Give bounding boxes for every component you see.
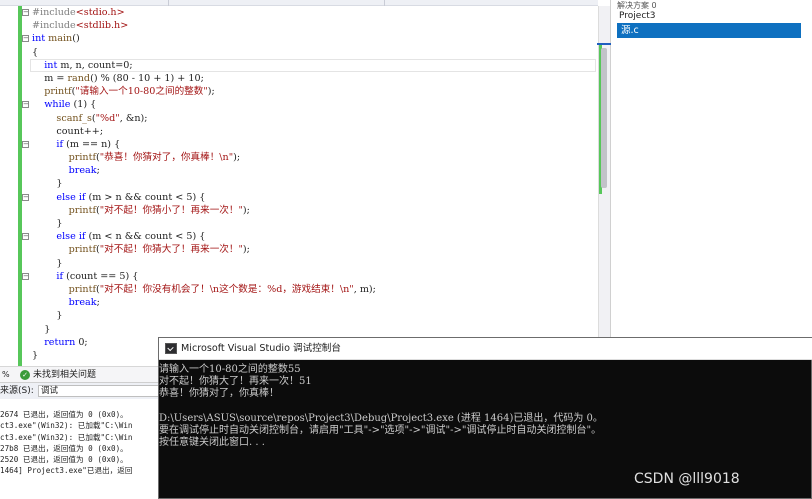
code-line[interactable]: #include<stdlib.h> — [0, 19, 598, 32]
code-line[interactable]: − while (1) { — [0, 98, 598, 111]
output-line: 2520 已退出，返回值为 0 (0x0)。 — [0, 455, 128, 465]
output-header: 来源(S): 调试 — [0, 383, 160, 399]
editor-vertical-scrollbar[interactable] — [598, 6, 610, 366]
code-text: int m, n, count=0; — [44, 59, 133, 71]
output-line: ct3.exe"(Win32): 已加载"C:\Win — [0, 432, 133, 442]
code-line[interactable]: } — [0, 309, 598, 322]
code-line[interactable]: } — [0, 177, 598, 190]
fold-toggle-icon[interactable]: − — [22, 140, 29, 148]
code-line[interactable]: − else if (m < n && count < 5) { — [0, 230, 598, 243]
code-text: scanf_s("%d", &n); — [56, 112, 148, 124]
fold-toggle-icon[interactable]: − — [22, 193, 29, 201]
output-source-label: 来源(S): — [0, 386, 34, 396]
code-text: #include<stdio.h> — [32, 7, 125, 18]
code-text: } — [32, 349, 39, 361]
code-text: } — [32, 218, 63, 229]
splitter-marker — [597, 43, 611, 45]
code-text: } — [32, 310, 63, 322]
code-line[interactable]: } — [0, 257, 598, 270]
code-line[interactable]: { — [0, 46, 598, 59]
code-text: } — [32, 257, 63, 269]
console-line: 对不起！你猜大了！再来一次！51 — [159, 376, 312, 388]
code-line[interactable]: printf("请输入一个10-80之间的整数"); — [0, 85, 598, 98]
console-title-bar[interactable]: Microsoft Visual Studio 调试控制台 — [159, 338, 812, 360]
code-text: #include<stdlib.h> — [32, 20, 129, 32]
console-title: Microsoft Visual Studio 调试控制台 — [181, 343, 341, 354]
console-line: 请输入一个10-80之间的整数55 — [159, 364, 301, 375]
code-line[interactable]: } — [0, 217, 598, 230]
code-text: } — [32, 178, 63, 190]
code-text: else if (m > n && count < 5) { — [56, 191, 206, 203]
code-line[interactable]: scanf_s("%d", &n); — [0, 112, 598, 125]
code-text: int main() — [32, 33, 80, 45]
source-file-node[interactable]: 源.c — [617, 23, 801, 38]
output-line: 27b8 已退出，返回值为 0 (0x0)。 — [0, 443, 128, 453]
console-line: D:\Users\ASUS\source\repos\Project3\Debu… — [159, 412, 603, 424]
error-status-bar: % ✓ 未找到相关问题 — [0, 366, 160, 382]
code-text: if (count == 5) { — [56, 270, 139, 282]
code-text: { — [32, 46, 39, 58]
code-text: else if (m < n && count < 5) { — [56, 231, 206, 243]
code-line[interactable]: printf("对不起！你猜小了！再来一次！"); — [0, 204, 598, 217]
console-line: 按任意键关闭此窗口. . . — [159, 437, 265, 449]
code-text: printf("恭喜！你猜对了，你真棒！\n"); — [68, 152, 241, 164]
code-line[interactable]: count++; — [0, 125, 598, 138]
zoom-level[interactable]: % — [2, 367, 10, 383]
code-text: printf("请输入一个10-80之间的整数"); — [44, 86, 215, 98]
console-app-icon — [165, 343, 177, 354]
output-lines: 2674 已退出，返回值为 0 (0x0)。 ct3.exe"(Win32): 已… — [0, 409, 160, 477]
output-line: 2674 已退出，返回值为 0 (0x0)。 — [0, 410, 128, 419]
code-line[interactable]: − int main() — [0, 32, 598, 45]
code-line[interactable]: printf("对不起！你猜大了！再来一次！"); — [0, 243, 598, 256]
project-node[interactable]: Project3 — [619, 11, 656, 21]
console-line: 恭喜！你猜对了，你真棒！ — [159, 388, 279, 400]
code-text: break; — [68, 297, 100, 309]
code-line[interactable]: − else if (m > n && count < 5) { — [0, 191, 598, 204]
code-line[interactable]: int m, n, count=0; — [0, 59, 598, 72]
code-text: printf("对不起！你猜大了！再来一次！"); — [68, 244, 250, 256]
fold-toggle-icon[interactable]: − — [22, 35, 29, 43]
fold-toggle-icon[interactable]: − — [22, 9, 29, 16]
code-line[interactable]: } — [0, 323, 598, 336]
code-text: break; — [68, 165, 100, 177]
fold-toggle-icon[interactable]: − — [22, 101, 29, 109]
output-line: 1464] Project3.exe"已退出，返回 — [0, 466, 133, 476]
code-line[interactable]: break; — [0, 164, 598, 177]
code-text: return 0; — [44, 336, 88, 348]
fold-toggle-icon[interactable]: − — [22, 272, 29, 280]
code-line[interactable]: break; — [0, 296, 598, 309]
watermark-text: CSDN @lll9018 — [634, 471, 740, 487]
output-source-dropdown[interactable]: 调试 — [38, 385, 160, 397]
code-text: printf("对不起！你猜小了！再来一次！"); — [68, 204, 250, 216]
code-line[interactable]: printf("对不起！你没有机会了！\n这个数是：%d，游戏结束！\n", m… — [0, 283, 598, 296]
code-text: if (m == n) { — [56, 138, 121, 150]
code-text: while (1) { — [44, 99, 97, 111]
code-lines[interactable]: − #include<stdio.h> #include<stdlib.h> − int… — [0, 6, 598, 362]
code-line[interactable]: − if (count == 5) { — [0, 270, 598, 283]
solution-header: 解决方案 0 — [617, 1, 657, 10]
console-line: 要在调试停止时自动关闭控制台，请启用"工具"->"选项"->"调试"->"调试停… — [159, 424, 602, 436]
check-icon: ✓ — [20, 370, 30, 380]
code-text: } — [32, 323, 51, 335]
code-editor[interactable]: − #include<stdio.h> #include<stdlib.h> − int… — [0, 6, 598, 366]
output-panel: 来源(S): 调试 2674 已退出，返回值为 0 (0x0)。 ct3.exe"… — [0, 382, 160, 499]
code-text: m = rand() % (80 - 10 + 1) + 10; — [32, 72, 204, 84]
code-text: count++; — [32, 125, 104, 137]
fold-toggle-icon[interactable]: − — [22, 233, 29, 241]
code-line[interactable]: m = rand() % (80 - 10 + 1) + 10; — [0, 72, 598, 85]
code-line[interactable]: − if (m == n) { — [0, 138, 598, 151]
code-line[interactable]: − #include<stdio.h> — [0, 6, 598, 19]
console-output: 请输入一个10-80之间的整数55 对不起！你猜大了！再来一次！51 恭喜！你猜对了… — [159, 364, 811, 449]
scrollbar-thumb[interactable] — [601, 48, 607, 188]
code-text: printf("对不起！你没有机会了！\n这个数是：%d，游戏结束！\n", m… — [68, 283, 376, 295]
issues-status-text[interactable]: 未找到相关问题 — [33, 367, 96, 383]
solution-explorer: 解决方案 0 Project3 源.c — [597, 0, 812, 340]
code-line[interactable]: printf("恭喜！你猜对了，你真棒！\n"); — [0, 151, 598, 164]
output-line: ct3.exe"(Win32): 已加载"C:\Win — [0, 421, 133, 431]
